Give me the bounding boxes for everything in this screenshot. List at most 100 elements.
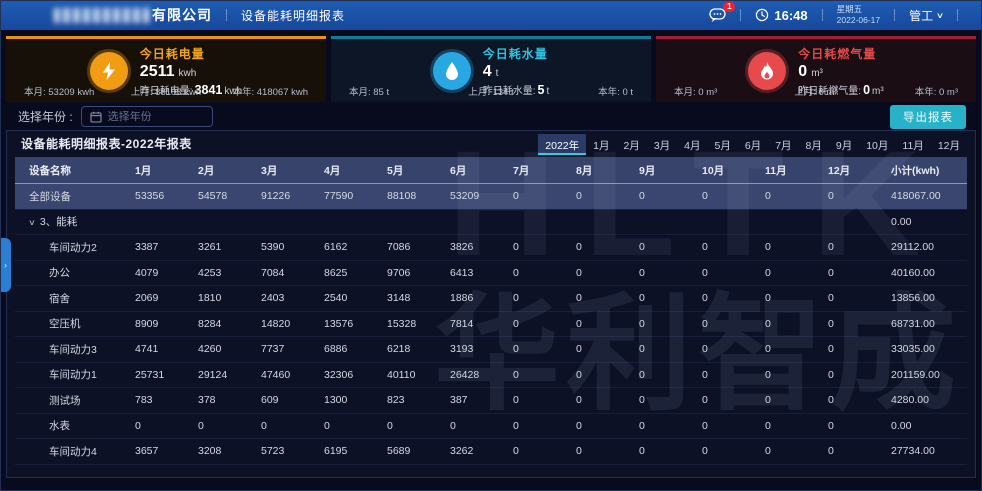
table-row[interactable]: 空压机8909828414820135761532878140000006873…	[15, 312, 967, 338]
device-name: 办公	[49, 267, 70, 279]
tab-8月[interactable]: 8月	[799, 134, 829, 155]
column-header: 6月	[444, 163, 507, 178]
month-value-cell: 0	[255, 420, 318, 432]
energy-table: 设备名称1月2月3月4月5月6月7月8月9月10月11月12月小计(kwh) 全…	[15, 157, 967, 465]
table-row[interactable]: 宿舍20691810240325403148188600000013856.00	[15, 286, 967, 312]
month-stat: 本月: 85 t	[349, 84, 444, 98]
table-row[interactable]: 办公40794253708486259706641300000040160.00	[15, 261, 967, 287]
table-row[interactable]: 车间动力233873261539061627086382600000029112…	[15, 235, 967, 261]
month-value-cell: 4741	[129, 343, 192, 355]
device-name: 车间动力2	[49, 242, 97, 254]
month-value-cell: 6218	[381, 343, 444, 355]
year-input-field[interactable]	[108, 111, 198, 123]
month-value-cell: 387	[444, 394, 507, 406]
month-value-cell: 3826	[444, 241, 507, 253]
month-value-cell: 0	[570, 292, 633, 304]
month-value-cell: 77590	[318, 190, 381, 202]
tab-10月[interactable]: 10月	[859, 134, 895, 155]
device-name: 空压机	[49, 318, 81, 330]
month-value-cell: 0	[696, 190, 759, 202]
month-value-cell: 0	[192, 420, 255, 432]
table-row[interactable]: ∨3、能耗0.00	[15, 210, 967, 236]
tab-2022年[interactable]: 2022年	[538, 134, 586, 155]
column-header: 设备名称	[15, 163, 129, 178]
messages-button[interactable]: 1	[709, 8, 726, 23]
tab-12月[interactable]: 12月	[931, 134, 967, 155]
last-month-stat: 上月: 0 m³	[769, 84, 864, 98]
month-value-cell: 0	[759, 190, 822, 202]
month-value-cell: 0	[822, 445, 885, 457]
month-value-cell: 0	[633, 241, 696, 253]
month-value-cell: 0	[696, 343, 759, 355]
tab-11月[interactable]: 11月	[895, 134, 930, 155]
tab-7月[interactable]: 7月	[768, 134, 798, 155]
month-value-cell: 4079	[129, 267, 192, 279]
month-value-cell: 6162	[318, 241, 381, 253]
month-value-cell: 0	[759, 292, 822, 304]
drawer-expand-handle[interactable]: ›	[0, 238, 11, 292]
column-header: 小计(kwh)	[885, 163, 967, 178]
month-value-cell: 3193	[444, 343, 507, 355]
tab-4月[interactable]: 4月	[677, 134, 707, 155]
report-panel: 设备能耗明细报表-2022年报表 2022年1月2月3月4月5月6月7月8月9月…	[6, 130, 976, 478]
month-value-cell: 0	[696, 394, 759, 406]
month-value-cell: 0	[822, 369, 885, 381]
subtotal-cell: 27734.00	[885, 445, 967, 457]
table-row[interactable]: 水表0000000000000.00	[15, 414, 967, 440]
month-value-cell: 0	[696, 420, 759, 432]
device-name: 车间动力1	[49, 369, 97, 381]
current-time: 16:48	[774, 8, 807, 23]
year-stat: 本年: 0 t	[538, 84, 633, 98]
export-report-button[interactable]: 导出报表	[890, 105, 966, 129]
month-value-cell: 0	[570, 318, 633, 330]
tab-2月[interactable]: 2月	[616, 134, 646, 155]
tab-3月[interactable]: 3月	[647, 134, 677, 155]
month-value-cell: 0	[759, 241, 822, 253]
month-value-cell: 7084	[255, 267, 318, 279]
subtotal-cell: 418067.00	[885, 190, 967, 202]
month-value-cell: 0	[633, 445, 696, 457]
month-stat: 本月: 53209 kwh	[24, 84, 119, 98]
month-value-cell: 4260	[192, 343, 255, 355]
month-value-cell: 609	[255, 394, 318, 406]
month-value-cell: 0	[570, 420, 633, 432]
collapse-caret-icon[interactable]: ∨	[28, 218, 36, 227]
month-value-cell: 0	[507, 420, 570, 432]
subtotal-cell: 4280.00	[885, 394, 967, 406]
chevron-down-icon: ∨	[936, 11, 944, 20]
table-row[interactable]: 测试场78337860913008233870000004280.00	[15, 388, 967, 414]
month-value-cell: 0	[318, 420, 381, 432]
column-header: 7月	[507, 163, 570, 178]
year-stat: 本年: 0 m³	[863, 84, 958, 98]
month-value-cell: 0	[507, 267, 570, 279]
user-name: 管工	[909, 7, 933, 24]
month-value-cell: 783	[129, 394, 192, 406]
month-value-cell: 0	[507, 190, 570, 202]
year-select-input[interactable]	[81, 106, 213, 127]
tab-6月[interactable]: 6月	[738, 134, 768, 155]
device-name: 车间动力3	[49, 344, 97, 356]
month-value-cell: 0	[759, 343, 822, 355]
user-menu[interactable]: 管工 ∨	[909, 7, 943, 24]
table-row[interactable]: 全部设备533565457891226775908810853209000000…	[15, 184, 967, 210]
month-value-cell: 0	[570, 369, 633, 381]
month-value-cell: 0	[696, 267, 759, 279]
month-value-cell: 0	[822, 292, 885, 304]
month-stat: 本月: 0 m³	[674, 84, 769, 98]
month-value-cell: 0	[507, 445, 570, 457]
tab-5月[interactable]: 5月	[708, 134, 738, 155]
device-name: 水表	[49, 420, 70, 432]
table-row[interactable]: 车间动力347414260773768866218319300000033035…	[15, 337, 967, 363]
card-footer-stats: 本月: 0 m³ 上月: 0 m³ 本年: 0 m³	[656, 84, 976, 98]
subtotal-cell: 40160.00	[885, 267, 967, 279]
device-name: 宿舍	[49, 293, 70, 305]
month-value-cell: 0	[381, 420, 444, 432]
date-block: 星期五 2022-06-17	[837, 4, 880, 25]
table-row[interactable]: 车间动力436573208572361955689326200000027734…	[15, 439, 967, 465]
page-tab-report[interactable]: 设备能耗明细报表	[241, 7, 345, 24]
table-row[interactable]: 车间动力125731291244746032306401102642800000…	[15, 363, 967, 389]
month-value-cell: 54578	[192, 190, 255, 202]
tab-1月[interactable]: 1月	[586, 134, 616, 155]
tab-9月[interactable]: 9月	[829, 134, 859, 155]
month-value-cell: 0	[633, 318, 696, 330]
